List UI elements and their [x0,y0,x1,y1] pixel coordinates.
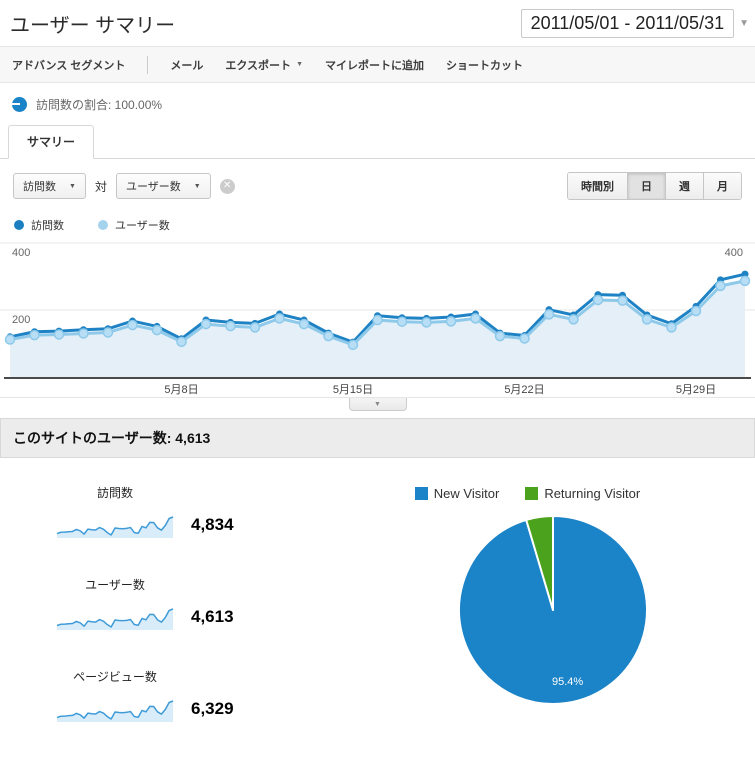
toolbar-shortcut[interactable]: ショートカット [446,57,523,73]
visitor-pie-chart: 95.4% [458,515,648,705]
timeseries-chart-area: 4004002002005月8日5月15日5月22日5月29日 [0,237,755,395]
legend-square-icon [525,487,539,500]
visits-users-chart: 4004002002005月8日5月15日5月22日5月29日 [0,242,755,395]
metric-list: 訪問数 4,834 ユーザー数 4,613 ページビュー数 6,329 [0,484,300,760]
legend-visits-label: 訪問数 [31,220,64,232]
svg-text:200: 200 [12,314,30,326]
svg-text:400: 400 [725,247,743,259]
pie-legend-new-visitor: New Visitor [414,486,500,501]
metric-a-label: 訪問数 [23,181,56,193]
granularity-month[interactable]: 月 [703,173,741,199]
metric-visits: 訪問数 4,834 [55,484,300,538]
segment-pie-icon [12,97,27,112]
report-toolbar: アドバンス セグメント メール エクスポート ▼ マイレポートに追加 ショートカ… [0,46,755,83]
chevron-down-icon: ▼ [69,182,76,190]
toolbar-export[interactable]: エクスポート ▼ [225,57,303,73]
metric-label: ユーザー数 [85,578,145,592]
granularity-day[interactable]: 日 [627,173,665,199]
site-users-header: このサイトのユーザー数: 4,613 [0,418,755,458]
toolbar-export-label: エクスポート [225,59,292,72]
chart-collapse-bar: ▼ [0,397,755,413]
metric-users: ユーザー数 4,613 [55,576,300,630]
remove-compare-button[interactable]: ✕ [219,178,235,194]
legend-square-icon [414,487,428,500]
svg-text:400: 400 [12,247,30,259]
report-header: ユーザー サマリー 2011/05/01 - 2011/05/31 ▼ [0,0,755,46]
metric-label: ページビュー数 [73,670,157,684]
pie-percentage-label: 95.4% [552,676,583,688]
series-dot-icon [98,220,108,230]
collapse-chart-button[interactable]: ▼ [348,398,407,411]
legend-visits[interactable]: 訪問数 [14,217,64,233]
pie-legend-label: New Visitor [433,486,500,501]
overview-bottom: 訪問数 4,834 ユーザー数 4,613 ページビュー数 6,329 New … [0,458,755,760]
metric-value: 6,329 [191,699,234,718]
sparkline-chart [56,516,174,538]
toolbar-divider [147,55,149,74]
chevron-down-icon: ▼ [374,400,381,408]
svg-text:5月29日: 5月29日 [676,384,716,395]
date-range-selector[interactable]: 2011/05/01 - 2011/05/31 ▼ [520,9,749,38]
metric-value: 4,613 [191,607,234,626]
page-title: ユーザー サマリー [10,15,176,37]
metric-pageviews: ページビュー数 6,329 [55,668,300,722]
date-range-value[interactable]: 2011/05/01 - 2011/05/31 [520,9,735,38]
users-overview-page: ユーザー サマリー 2011/05/01 - 2011/05/31 ▼ アドバン… [0,0,755,760]
pie-legend: New Visitor Returning Visitor [300,484,755,513]
chevron-down-icon: ▼ [193,182,201,190]
series-dot-icon [14,220,24,230]
tab-bar: サマリー [0,125,755,159]
pie-legend-returning-visitor: Returning Visitor [525,486,640,501]
summary-panel: 訪問数 ▼ 対 ユーザー数 ▼ ✕ 時間別 日 週 月 訪問数 ユーザー数 40… [0,159,755,760]
segment-ratio-label: 訪問数の割合: 100.00% [36,98,163,112]
svg-text:5月8日: 5月8日 [164,384,198,395]
chart-controls: 訪問数 ▼ 対 ユーザー数 ▼ ✕ 時間別 日 週 月 [0,159,755,202]
granularity-hourly[interactable]: 時間別 [568,173,627,199]
toolbar-advanced-segments[interactable]: アドバンス セグメント [12,57,125,73]
granularity-week[interactable]: 週 [665,173,703,199]
toolbar-email[interactable]: メール [170,57,203,73]
series-legend: 訪問数 ユーザー数 [0,202,755,237]
sparkline-chart [56,608,174,630]
metric-b-select[interactable]: ユーザー数 ▼ [115,173,211,199]
metric-b-label: ユーザー数 [125,181,181,193]
metric-a-select[interactable]: 訪問数 ▼ [13,173,86,199]
sparkline-chart [56,700,174,722]
svg-text:5月22日: 5月22日 [504,384,544,395]
segment-row: 訪問数の割合: 100.00% [0,83,755,125]
granularity-buttons: 時間別 日 週 月 [567,172,742,200]
svg-text:5月15日: 5月15日 [333,384,373,395]
pie-legend-label: Returning Visitor [544,486,641,501]
toolbar-add-to-dashboard[interactable]: マイレポートに追加 [325,57,424,73]
vs-label: 対 [94,179,107,194]
visitor-type-section: New Visitor Returning Visitor 95.4% [300,484,755,760]
legend-users[interactable]: ユーザー数 [98,217,170,233]
chevron-down-icon: ▼ [296,61,303,68]
metric-label: 訪問数 [96,486,133,500]
chevron-down-icon[interactable]: ▼ [739,18,749,29]
metric-value: 4,834 [191,515,234,534]
tab-summary[interactable]: サマリー [8,125,95,159]
legend-users-label: ユーザー数 [115,220,170,232]
